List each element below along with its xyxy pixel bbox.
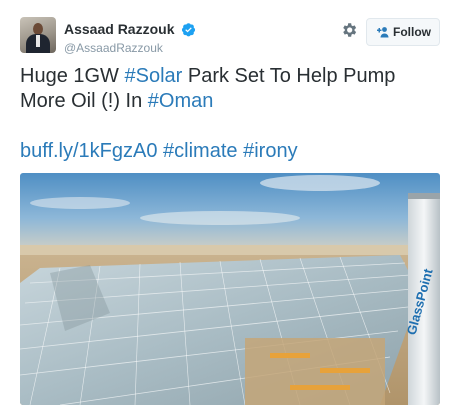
- verified-badge-icon: [181, 23, 195, 37]
- add-person-icon: [377, 27, 389, 38]
- tweet-media-photo[interactable]: GlassPoint: [20, 173, 440, 405]
- tweet-text-segment: More Oil (!) In: [20, 90, 148, 112]
- hashtag-irony[interactable]: #irony: [243, 140, 297, 162]
- follow-label: Follow: [393, 25, 431, 39]
- hashtag-solar[interactable]: #Solar: [124, 65, 182, 87]
- tweet-line-1: Huge 1GW #Solar Park Set To Help Pump: [20, 64, 440, 89]
- user-handle[interactable]: @AssaadRazzouk: [64, 40, 196, 56]
- tweet-text-segment: Huge 1GW: [20, 65, 125, 87]
- tweet-line-2: More Oil (!) In #Oman: [20, 89, 440, 114]
- hashtag-oman[interactable]: #Oman: [148, 90, 214, 112]
- tweet-line-3: buff.ly/1kFgzA0 #climate #irony: [20, 139, 440, 164]
- tweet-header: Assaad Razzouk @AssaadRazzouk Follow: [20, 17, 440, 57]
- avatar[interactable]: [20, 17, 56, 53]
- hashtag-climate[interactable]: #climate: [163, 140, 237, 162]
- tweet-text-segment: Park Set To Help Pump: [182, 65, 396, 87]
- solar-greenhouse-photo: GlassPoint: [20, 173, 440, 405]
- follow-button[interactable]: Follow: [366, 18, 440, 46]
- user-names: Assaad Razzouk @AssaadRazzouk: [64, 21, 196, 56]
- tweet-link[interactable]: buff.ly/1kFgzA0: [20, 140, 157, 162]
- tweet-text: Huge 1GW #Solar Park Set To Help Pump Mo…: [20, 64, 440, 164]
- display-name[interactable]: Assaad Razzouk: [64, 21, 174, 38]
- gear-icon[interactable]: [340, 21, 358, 39]
